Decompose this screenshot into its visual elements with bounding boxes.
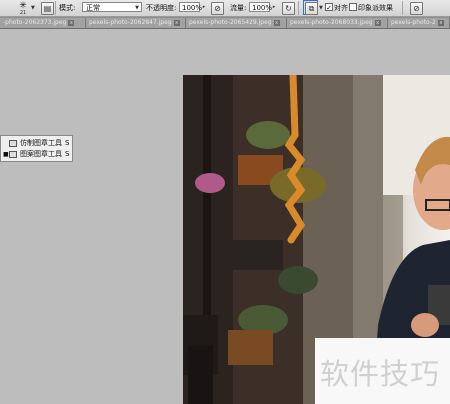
- stamp-tool-flyout: 仿制图章工具 S ■ 图案图章工具 S: [0, 135, 73, 162]
- close-icon[interactable]: x: [68, 19, 75, 26]
- mode-value: 正常: [86, 4, 100, 12]
- impressionist-label: 印象派效果: [358, 4, 393, 12]
- tab-label: -photo-2062373.jpeg: [3, 19, 67, 26]
- opacity-label: 不透明度:: [146, 4, 177, 12]
- document-tab[interactable]: pexels-photo-2065429.jpeg x: [186, 18, 287, 28]
- chevron-down-icon: ▼: [135, 5, 139, 11]
- document-tab[interactable]: pexels-photo-2 x: [388, 18, 450, 28]
- flyout-item-label: 仿制图章工具: [20, 139, 62, 147]
- opacity-value: 100%: [182, 4, 203, 12]
- aligned-checkbox[interactable]: ✓: [325, 3, 333, 12]
- close-icon[interactable]: x: [437, 19, 444, 26]
- flow-value: 100%: [252, 4, 273, 12]
- brush-size: 21: [19, 10, 27, 16]
- brush-picker-caret[interactable]: ▼: [31, 5, 35, 11]
- document-tab[interactable]: pexels-photo-2062847.jpeg x: [86, 18, 186, 28]
- flyout-item-label: 图案图章工具: [20, 150, 62, 158]
- flow-input[interactable]: 100%: [249, 2, 273, 12]
- opacity-input[interactable]: 100%: [179, 2, 203, 12]
- flow-slider-toggle[interactable]: ▸: [271, 2, 277, 12]
- pressure-opacity-icon[interactable]: ⊘: [211, 2, 224, 15]
- mode-select[interactable]: 正常 ▼: [82, 2, 142, 12]
- watermark-text: 软件技巧: [320, 357, 441, 391]
- shortcut-key: S: [65, 139, 70, 147]
- clone-stamp-icon: [9, 140, 17, 147]
- mode-label: 模式:: [59, 4, 76, 12]
- tab-label: pexels-photo-2: [391, 19, 436, 26]
- clone-source-button[interactable]: ⧉: [303, 0, 318, 15]
- opacity-slider-toggle[interactable]: ▸: [201, 2, 207, 12]
- watermark: 软件技巧: [315, 338, 450, 404]
- flow-label: 流量:: [230, 4, 247, 12]
- shortcut-key: S: [65, 150, 70, 158]
- airbrush-icon[interactable]: ↻: [282, 2, 295, 15]
- selected-indicator-icon: ■: [3, 151, 9, 158]
- clone-source-icon: ⧉: [305, 2, 318, 15]
- document-tabs: -photo-2062373.jpeg x pexels-photo-206284…: [0, 17, 450, 29]
- brush-panel-toggle-icon[interactable]: ▤: [41, 2, 54, 15]
- tab-label: pexels-photo-2065429.jpeg: [189, 19, 272, 26]
- tab-label: pexels-photo-2068033.jpeg: [290, 19, 373, 26]
- close-icon[interactable]: x: [374, 19, 381, 26]
- separator: [55, 1, 56, 15]
- tab-label: pexels-photo-2062847.jpeg: [89, 19, 172, 26]
- flyout-item-pattern-stamp[interactable]: ■ 图案图章工具 S: [1, 149, 74, 160]
- clone-source-caret[interactable]: ▼: [319, 5, 323, 11]
- impressionist-checkbox[interactable]: [349, 3, 357, 11]
- aligned-label: 对齐: [334, 4, 348, 12]
- document-tab[interactable]: -photo-2062373.jpeg x: [0, 18, 86, 28]
- separator: [402, 1, 403, 15]
- separator: [298, 1, 299, 15]
- document-tab[interactable]: pexels-photo-2068033.jpeg x: [287, 18, 388, 28]
- pattern-stamp-icon: [9, 151, 17, 158]
- flyout-item-clone-stamp[interactable]: 仿制图章工具 S: [1, 138, 74, 149]
- pressure-size-icon[interactable]: ⊘: [410, 2, 423, 15]
- tool-options-bar: ✳ 21 ▼ ▤ 模式: 正常 ▼ 不透明度: 100% ▸ ⊘ 流量: 100…: [0, 0, 450, 17]
- close-icon[interactable]: x: [273, 19, 280, 26]
- close-icon[interactable]: x: [173, 19, 180, 26]
